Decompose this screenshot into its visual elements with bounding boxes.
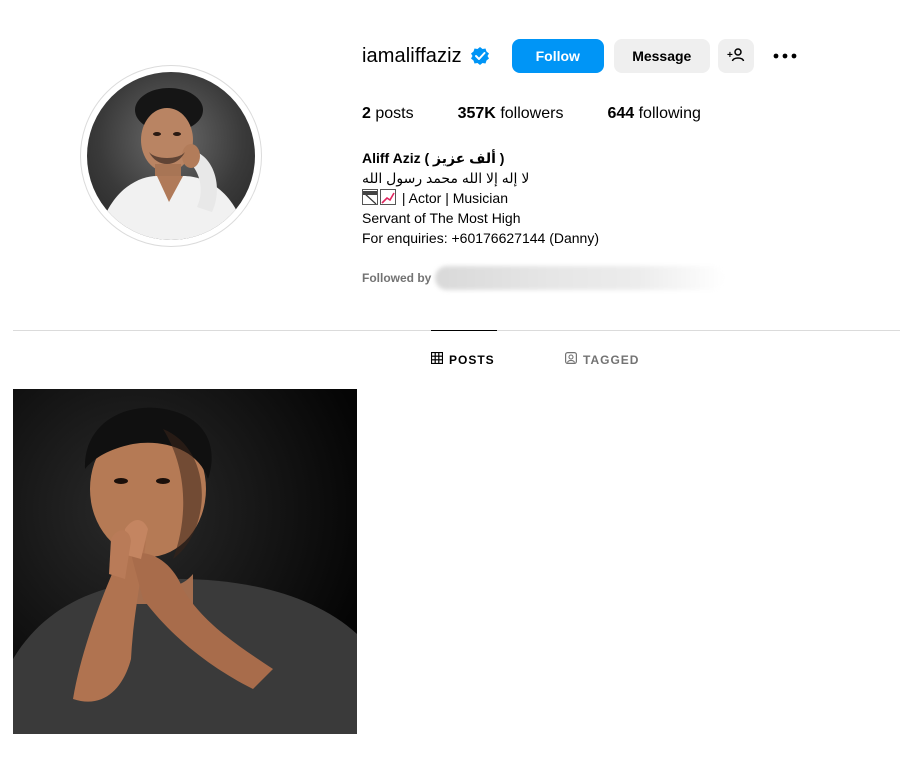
profile-tabs: POSTS TAGGED <box>0 351 900 370</box>
followers-stat[interactable]: 357K followers <box>458 105 564 123</box>
bio-roles: | Actor | Musician <box>401 190 508 206</box>
svg-text:+: + <box>727 50 733 61</box>
more-options-icon[interactable] <box>772 39 798 73</box>
chart-emoji-icon <box>380 189 396 205</box>
bio-name-line: Aliff Aziz ( ألف عزيز ) <box>362 148 599 168</box>
full-name-arabic: ( ألف عزيز ) <box>424 150 505 166</box>
followed-by-label: Followed by <box>362 271 432 285</box>
tagged-icon <box>565 352 583 367</box>
suggested-accounts-button[interactable]: + <box>717 39 754 73</box>
tab-posts-label: POSTS <box>449 352 495 367</box>
profile-avatar[interactable] <box>87 72 255 240</box>
add-person-icon: + <box>727 47 745 66</box>
post-thumbnail[interactable] <box>13 389 357 734</box>
username: iamaliffaziz <box>362 44 462 67</box>
message-button[interactable]: Message <box>613 39 710 73</box>
followers-count: 357K <box>457 105 496 122</box>
posts-label: posts <box>375 105 414 122</box>
grid-icon <box>430 351 449 367</box>
profile-bio: Aliff Aziz ( ألف عزيز ) لا إله إلا الله … <box>362 148 599 248</box>
post-image <box>13 389 357 734</box>
profile-stats: 2 posts 357K followers 644 following <box>362 105 745 123</box>
bio-enquiries: For enquiries: +60176627144 (Danny) <box>362 230 599 246</box>
posts-count: 2 <box>362 105 371 122</box>
following-count: 644 <box>607 105 635 122</box>
bio-servant: Servant of The Most High <box>362 210 521 226</box>
followed-by[interactable]: Followed by <box>362 266 726 290</box>
profile-header: iamaliffaziz Follow Message + <box>362 38 798 74</box>
follow-button[interactable]: Follow <box>511 39 604 73</box>
posts-stat: 2 posts <box>362 105 414 123</box>
full-name: Aliff Aziz <box>362 150 421 166</box>
following-stat[interactable]: 644 following <box>607 105 700 123</box>
tab-tagged[interactable]: TAGGED <box>565 352 639 367</box>
following-label: following <box>638 105 701 122</box>
tab-posts[interactable]: POSTS <box>430 351 495 367</box>
followers-label: followers <box>500 105 564 122</box>
tab-tagged-label: TAGGED <box>583 352 640 367</box>
bio-roles-line: | Actor | Musician <box>362 188 599 208</box>
active-tab-indicator <box>431 330 497 331</box>
clapperboard-emoji-icon <box>362 189 378 205</box>
profile-avatar-ring[interactable] <box>80 65 262 247</box>
followed-by-blurred-names <box>435 266 726 290</box>
verified-badge-icon <box>470 46 490 66</box>
bio-shahada: لا إله إلا الله محمد رسول الله <box>362 170 530 186</box>
